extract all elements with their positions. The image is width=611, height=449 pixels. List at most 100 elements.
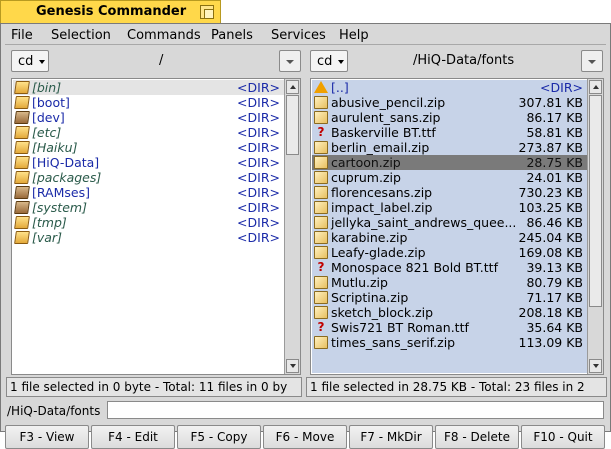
menu-file[interactable]: File xyxy=(11,28,33,43)
file-row[interactable]: ? Monospace 821 Bold BT.ttf 39.13 KB xyxy=(312,260,587,275)
file-row[interactable]: cartoon.zip 28.75 KB xyxy=(312,155,587,170)
f10-quit-button[interactable]: F10 - Quit xyxy=(521,425,605,449)
right-file-list[interactable]: [..] <DIR> abusive_pencil.zip 307.81 KB auru… xyxy=(312,80,587,373)
file-row[interactable]: [var] <DIR> xyxy=(13,230,284,245)
file-row[interactable]: berlin_email.zip 273.87 KB xyxy=(312,140,587,155)
file-row[interactable]: [packages] <DIR> xyxy=(13,170,284,185)
right-file-panel[interactable]: [..] <DIR> abusive_pencil.zip 307.81 KB auru… xyxy=(310,78,604,375)
right-path-menu-button[interactable] xyxy=(581,50,603,72)
file-row[interactable]: abusive_pencil.zip 307.81 KB xyxy=(312,95,587,110)
folder-link-icon xyxy=(14,201,30,214)
left-cd-dropdown[interactable]: cd xyxy=(11,50,49,72)
menu-services[interactable]: Services xyxy=(271,28,326,43)
file-size: 103.25 KB xyxy=(518,200,583,215)
f3-view-button[interactable]: F3 - View xyxy=(5,425,89,449)
f6-move-button[interactable]: F6 - Move xyxy=(263,425,347,449)
file-row[interactable]: sketch_block.zip 208.18 KB xyxy=(312,305,587,320)
file-row[interactable]: aurulent_sans.zip 86.17 KB xyxy=(312,110,587,125)
file-row[interactable]: ? Swis721 BT Roman.ttf 35.64 KB xyxy=(312,320,587,335)
file-name: abusive_pencil.zip xyxy=(331,95,446,110)
main-window: File Selection Commands Panels Services … xyxy=(0,23,611,449)
left-file-list[interactable]: [bin] <DIR> [boot] <DIR> [dev] <DIR> [etc] <DIR… xyxy=(13,80,284,373)
file-row[interactable]: Leafy-glade.zip 169.08 KB xyxy=(312,245,587,260)
file-size: 208.18 KB xyxy=(518,305,583,320)
file-name: [var] xyxy=(32,230,62,245)
file-row[interactable]: [system] <DIR> xyxy=(13,200,284,215)
file-name: Leafy-glade.zip xyxy=(331,245,426,260)
file-name: impact_label.zip xyxy=(331,200,433,215)
file-size: <DIR> xyxy=(237,185,280,200)
archive-icon xyxy=(314,291,328,304)
scroll-thumb[interactable] xyxy=(286,95,299,155)
file-size: 245.04 KB xyxy=(518,230,583,245)
scroll-thumb[interactable] xyxy=(589,95,602,307)
file-size: <DIR> xyxy=(237,170,280,185)
left-scrollbar[interactable] xyxy=(284,79,300,374)
folder-icon xyxy=(14,156,30,169)
f7-mkdir-button[interactable]: F7 - MkDir xyxy=(349,425,433,449)
file-size: <DIR> xyxy=(237,125,280,140)
file-size: 86.46 KB xyxy=(526,215,583,230)
left-status-bar: 1 file selected in 0 byte - Total: 11 fi… xyxy=(6,377,302,397)
menu-selection[interactable]: Selection xyxy=(51,28,111,43)
f5-copy-button[interactable]: F5 - Copy xyxy=(177,425,261,449)
file-name: [system] xyxy=(32,200,87,215)
scroll-down-button[interactable] xyxy=(589,359,602,373)
right-scrollbar[interactable] xyxy=(587,79,603,374)
window-title-tab[interactable]: Genesis Commander xyxy=(0,0,221,23)
file-size: <DIR> xyxy=(237,200,280,215)
menu-commands[interactable]: Commands xyxy=(127,28,201,43)
file-row[interactable]: impact_label.zip 103.25 KB xyxy=(312,200,587,215)
file-size: 307.81 KB xyxy=(518,95,583,110)
file-name: [..] xyxy=(331,80,349,95)
archive-icon xyxy=(314,156,328,169)
file-row[interactable]: jellyka_saint_andrews_quee... 86.46 KB xyxy=(312,215,587,230)
file-row[interactable]: [dev] <DIR> xyxy=(13,110,284,125)
up-icon xyxy=(314,81,328,93)
file-name: [RAMses] xyxy=(32,185,90,200)
file-row[interactable]: [etc] <DIR> xyxy=(13,125,284,140)
file-size: 58.81 KB xyxy=(526,125,583,140)
file-row[interactable]: [RAMses] <DIR> xyxy=(13,185,284,200)
file-row[interactable]: florencesans.zip 730.23 KB xyxy=(312,185,587,200)
zoom-icon[interactable] xyxy=(200,5,214,19)
menu-panels[interactable]: Panels xyxy=(211,28,253,43)
menu-help[interactable]: Help xyxy=(339,28,369,43)
file-row[interactable]: Scriptina.zip 71.17 KB xyxy=(312,290,587,305)
left-file-panel[interactable]: [bin] <DIR> [boot] <DIR> [dev] <DIR> [etc] <DIR… xyxy=(11,78,301,375)
right-path-row: cd /HiQ-Data/fonts xyxy=(310,50,604,72)
file-row[interactable]: [..] <DIR> xyxy=(312,80,587,95)
font-icon: ? xyxy=(317,320,325,334)
f4-edit-button[interactable]: F4 - Edit xyxy=(91,425,175,449)
file-row[interactable]: [boot] <DIR> xyxy=(13,95,284,110)
file-row[interactable]: karabine.zip 245.04 KB xyxy=(312,230,587,245)
left-path-menu-button[interactable] xyxy=(279,50,301,72)
file-size: <DIR> xyxy=(237,140,280,155)
file-row[interactable]: cuprum.zip 24.01 KB xyxy=(312,170,587,185)
file-row[interactable]: Mutlu.zip 80.79 KB xyxy=(312,275,587,290)
file-row[interactable]: [Haiku] <DIR> xyxy=(13,140,284,155)
archive-icon xyxy=(314,111,328,124)
font-icon: ? xyxy=(317,125,325,139)
file-row[interactable]: times_sans_serif.zip 113.09 KB xyxy=(312,335,587,350)
scroll-down-button[interactable] xyxy=(286,359,299,373)
file-name: [bin] xyxy=(32,80,62,95)
file-name: aurulent_sans.zip xyxy=(331,110,441,125)
f8-delete-button[interactable]: F8 - Delete xyxy=(435,425,519,449)
file-row[interactable]: ? Baskerville BT.ttf 58.81 KB xyxy=(312,125,587,140)
file-name: [boot] xyxy=(32,95,70,110)
archive-icon xyxy=(314,231,328,244)
file-row[interactable]: [HiQ-Data] <DIR> xyxy=(13,155,284,170)
file-size: <DIR> xyxy=(540,80,583,95)
file-row[interactable]: [bin] <DIR> xyxy=(13,80,284,95)
command-line-input[interactable] xyxy=(107,401,604,419)
scroll-up-button[interactable] xyxy=(286,80,299,94)
left-cd-label: cd xyxy=(18,54,34,69)
file-name: [packages] xyxy=(32,170,102,185)
chevron-down-icon xyxy=(39,60,45,64)
right-cd-dropdown[interactable]: cd xyxy=(310,50,348,72)
file-name: Baskerville BT.ttf xyxy=(331,125,436,140)
file-row[interactable]: [tmp] <DIR> xyxy=(13,215,284,230)
scroll-up-button[interactable] xyxy=(589,80,602,94)
file-name: cartoon.zip xyxy=(331,155,401,170)
